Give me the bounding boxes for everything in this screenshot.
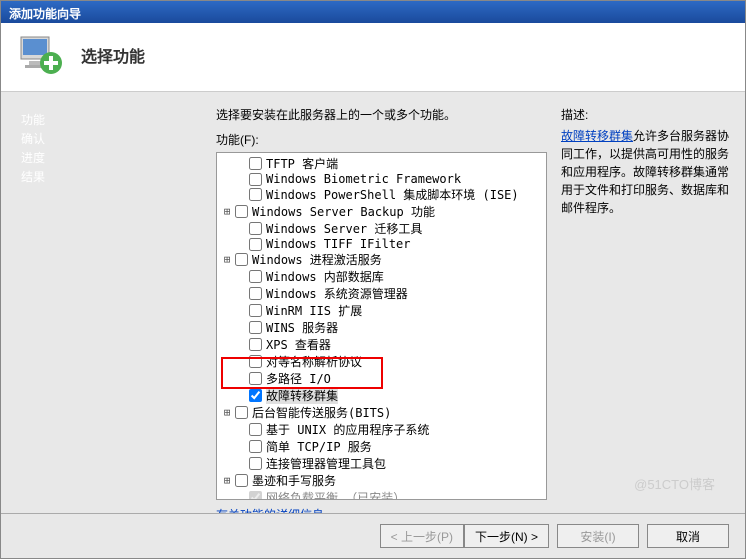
feature-label: Windows Biometric Framework [266,172,461,186]
sidebar-item-features[interactable]: 功能 [21,110,196,129]
feature-item[interactable]: +连接管理器管理工具包 [219,455,544,472]
feature-label: 故障转移群集 [266,387,338,404]
prev-button[interactable]: < 上一步(P) [380,524,464,548]
feature-item[interactable]: +对等名称解析协议 [219,353,544,370]
main-left: 选择要安装在此服务器上的一个或多个功能。 功能(F): +TFTP 客户端+Wi… [216,106,547,510]
feature-item[interactable]: +Windows TIFF IFilter [219,237,544,251]
page-title: 选择功能 [81,43,145,67]
feature-item[interactable]: +Windows PowerShell 集成脚本环境 (ISE) [219,186,544,203]
feature-item[interactable]: +基于 UNIX 的应用程序子系统 [219,421,544,438]
next-button[interactable]: 下一步(N) > [464,524,549,548]
feature-checkbox[interactable] [249,173,262,186]
feature-label: 后台智能传送服务(BITS) [252,404,391,421]
feature-checkbox[interactable] [235,205,248,218]
feature-label: Windows 系统资源管理器 [266,285,408,302]
feature-checkbox[interactable] [249,157,262,170]
description-link[interactable]: 故障转移群集 [561,129,633,143]
feature-checkbox[interactable] [249,338,262,351]
description-label: 描述: [561,106,733,123]
feature-item[interactable]: +多路径 I/O [219,370,544,387]
feature-checkbox[interactable] [249,238,262,251]
feature-label: 对等名称解析协议 [266,353,362,370]
feature-checkbox[interactable] [235,474,248,487]
description-panel: 描述: 故障转移群集允许多台服务器协同工作，以提供高可用性的服务和应用程序。故障… [561,106,733,510]
feature-item[interactable]: +TFTP 客户端 [219,155,544,172]
feature-checkbox[interactable] [249,440,262,453]
feature-checkbox[interactable] [249,372,262,385]
feature-checkbox[interactable] [235,406,248,419]
feature-label: 连接管理器管理工具包 [266,455,386,472]
feature-checkbox[interactable] [249,287,262,300]
features-label: 功能(F): [216,131,547,148]
sidebar-item-results[interactable]: 结果 [21,167,196,186]
feature-checkbox[interactable] [249,355,262,368]
feature-item[interactable]: ⊞ 墨迹和手写服务 [219,472,544,489]
sidebar-item-progress[interactable]: 进度 [21,148,196,167]
feature-item[interactable]: +Windows 内部数据库 [219,268,544,285]
feature-checkbox[interactable] [249,457,262,470]
feature-checkbox[interactable] [249,321,262,334]
window-title: 添加功能向导 [9,7,81,21]
main-panel: 选择要安装在此服务器上的一个或多个功能。 功能(F): +TFTP 客户端+Wi… [196,92,745,510]
header: 选择功能 [1,23,745,92]
footer: < 上一步(P) 下一步(N) > 安装(I) 取消 [1,513,745,558]
sidebar-item-confirm[interactable]: 确认 [21,129,196,148]
description-text: 故障转移群集允许多台服务器协同工作，以提供高可用性的服务和应用程序。故障转移群集… [561,127,733,217]
wizard-window: 添加功能向导 选择功能 功能 确认 进度 结果 选择要安装在此服务器上的一个或多 [0,0,746,559]
content: 功能 确认 进度 结果 选择要安装在此服务器上的一个或多个功能。 功能(F): … [1,92,745,510]
feature-item[interactable]: +WINS 服务器 [219,319,544,336]
feature-label: Windows Server 迁移工具 [266,220,422,237]
sidebar: 功能 确认 进度 结果 [1,92,196,510]
feature-item[interactable]: +Windows Server 迁移工具 [219,220,544,237]
expand-icon[interactable]: ⊞ [221,205,233,218]
feature-checkbox[interactable] [235,253,248,266]
install-button[interactable]: 安装(I) [557,524,639,548]
feature-item[interactable]: +简单 TCP/IP 服务 [219,438,544,455]
feature-checkbox[interactable] [249,222,262,235]
feature-item[interactable]: ⊞ Windows 进程激活服务 [219,251,544,268]
feature-label: 网络负载平衡 （已安装） [266,489,405,500]
feature-checkbox[interactable] [249,270,262,283]
feature-checkbox[interactable] [249,491,262,500]
feature-label: Windows TIFF IFilter [266,237,411,251]
feature-label: WINS 服务器 [266,319,338,336]
feature-label: WinRM IIS 扩展 [266,302,362,319]
cancel-button[interactable]: 取消 [647,524,729,548]
feature-label: TFTP 客户端 [266,155,338,172]
feature-item[interactable]: +网络负载平衡 （已安装） [219,489,544,500]
feature-checkbox[interactable] [249,389,262,402]
expand-icon[interactable]: ⊞ [221,406,233,419]
feature-item[interactable]: +故障转移群集 [219,387,544,404]
feature-label: 基于 UNIX 的应用程序子系统 [266,421,429,438]
feature-label: 简单 TCP/IP 服务 [266,438,372,455]
feature-label: 多路径 I/O [266,370,331,387]
feature-label: 墨迹和手写服务 [252,472,336,489]
feature-checkbox[interactable] [249,304,262,317]
titlebar[interactable]: 添加功能向导 [1,1,745,23]
feature-label: XPS 查看器 [266,336,331,353]
feature-checkbox[interactable] [249,188,262,201]
feature-item[interactable]: ⊞ 后台智能传送服务(BITS) [219,404,544,421]
expand-icon[interactable]: ⊞ [221,474,233,487]
feature-list[interactable]: +TFTP 客户端+Windows Biometric Framework+Wi… [216,152,547,500]
feature-item[interactable]: ⊞ Windows Server Backup 功能 [219,203,544,220]
nav-button-group: < 上一步(P) 下一步(N) > [380,524,549,548]
feature-item[interactable]: +Windows 系统资源管理器 [219,285,544,302]
feature-label: Windows 内部数据库 [266,268,384,285]
wizard-icon [17,31,65,79]
feature-item[interactable]: +Windows Biometric Framework [219,172,544,186]
expand-icon[interactable]: ⊞ [221,253,233,266]
feature-checkbox[interactable] [249,423,262,436]
feature-item[interactable]: +XPS 查看器 [219,336,544,353]
instruction-text: 选择要安装在此服务器上的一个或多个功能。 [216,106,547,123]
feature-item[interactable]: +WinRM IIS 扩展 [219,302,544,319]
feature-label: Windows PowerShell 集成脚本环境 (ISE) [266,186,519,203]
feature-label: Windows 进程激活服务 [252,251,382,268]
feature-label: Windows Server Backup 功能 [252,203,435,220]
